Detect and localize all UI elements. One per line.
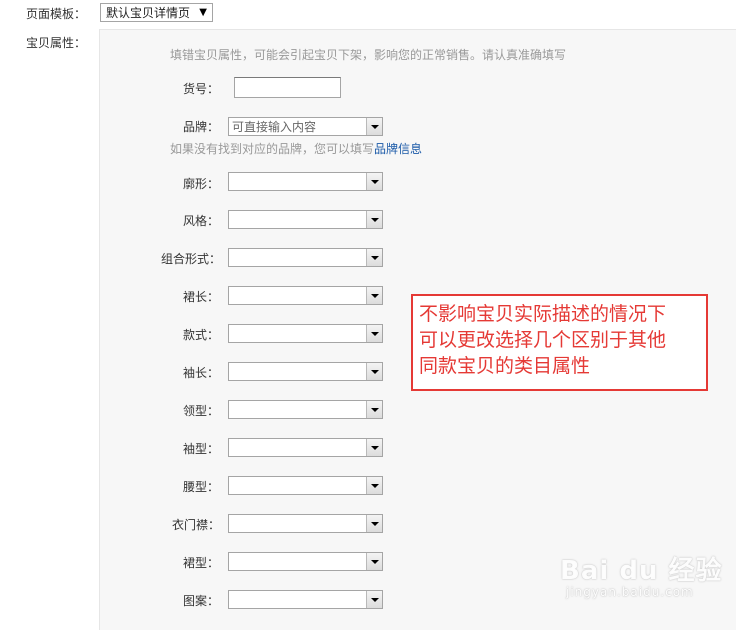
item-no-input[interactable] [234,77,341,98]
attr-select[interactable] [228,438,383,457]
attr-label: 袖型： [183,442,220,456]
watermark-logo: Bai du 经验 [560,556,723,586]
attr-select[interactable] [228,286,383,305]
brand-label: 品牌： [183,120,220,134]
attr-label: 廓形： [183,177,220,191]
item-attributes-label: 宝贝属性： [26,36,87,50]
brand-placeholder: 可直接输入内容 [232,120,317,134]
attr-label: 组合形式： [161,252,222,266]
attr-label: 裙长： [183,290,220,304]
chevron-down-icon[interactable] [366,477,382,494]
attr-label: 腰型： [183,480,220,494]
chevron-down-icon[interactable] [366,249,382,266]
brand-hint: 如果没有找到对应的品牌，您可以填写品牌信息 [170,142,423,156]
chevron-down-icon: ▼ [199,7,207,18]
annotation-callout: 不影响宝贝实际描述的情况下 可以更改选择几个区别于其他 同款宝贝的类目属性 [411,294,708,391]
chevron-down-icon[interactable] [366,363,382,380]
attr-select[interactable] [228,210,383,229]
brand-info-link[interactable]: 品牌信息 [374,142,422,156]
attr-select[interactable] [228,248,383,267]
attributes-hint: 填错宝贝属性，可能会引起宝贝下架，影响您的正常销售。请认真准确填写 [170,48,567,62]
annotation-line: 可以更改选择几个区别于其他 [419,329,667,351]
chevron-down-icon[interactable] [366,325,382,342]
attr-label: 款式： [183,328,220,342]
attr-select[interactable] [228,590,383,609]
attr-label: 裙型： [183,556,220,570]
attr-label: 图案： [183,594,220,608]
page-template-label: 页面模板： [26,7,87,21]
chevron-down-icon[interactable] [366,118,382,135]
watermark-site: jingyan.baidu.com [566,585,694,599]
chevron-down-icon[interactable] [366,591,382,608]
chevron-down-icon[interactable] [366,553,382,570]
attr-select[interactable] [228,552,383,571]
chevron-down-icon[interactable] [366,287,382,304]
attr-label: 衣门襟： [172,518,221,532]
page-template-value: 默认宝贝详情页 [106,6,191,20]
attr-label: 袖长： [183,366,220,380]
chevron-down-icon[interactable] [366,173,382,190]
annotation-line: 同款宝贝的类目属性 [419,355,591,377]
page-template-select[interactable]: 默认宝贝详情页 ▼ [100,3,213,22]
chevron-down-icon[interactable] [366,515,382,532]
attr-select[interactable] [228,476,383,495]
brand-combobox[interactable]: 可直接输入内容 [228,117,383,136]
chevron-down-icon[interactable] [366,401,382,418]
attr-select[interactable] [228,172,383,191]
attr-select[interactable] [228,514,383,533]
attr-select[interactable] [228,400,383,419]
attr-select[interactable] [228,324,383,343]
item-no-label: 货号： [183,82,220,96]
annotation-line: 不影响宝贝实际描述的情况下 [419,303,667,325]
chevron-down-icon[interactable] [366,439,382,456]
chevron-down-icon[interactable] [366,211,382,228]
attr-label: 风格： [183,214,220,228]
attr-label: 领型： [183,404,220,418]
baidu-watermark: Bai du 经验 jingyan.baidu.com [560,550,723,599]
attr-select[interactable] [228,362,383,381]
